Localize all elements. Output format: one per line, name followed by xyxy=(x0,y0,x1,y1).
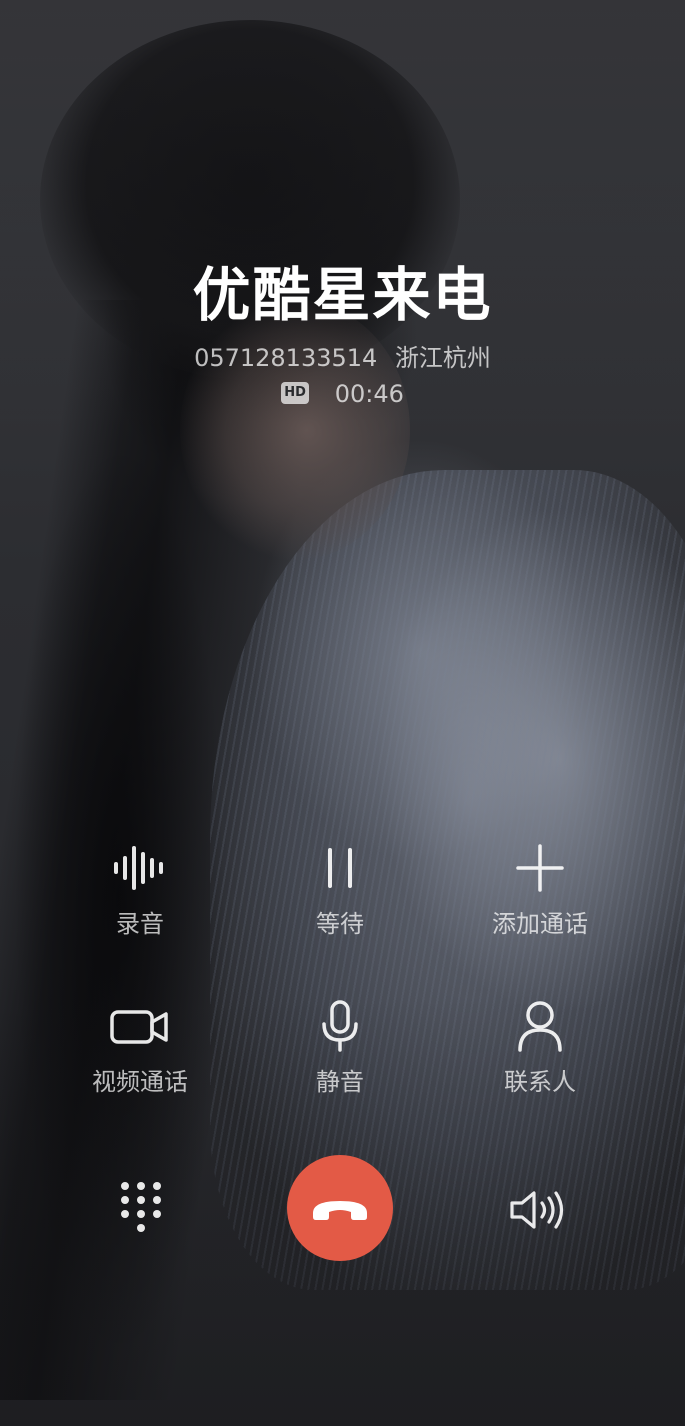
mute-button[interactable]: 静音 xyxy=(240,1000,440,1097)
record-label: 录音 xyxy=(116,910,164,938)
hold-label: 等待 xyxy=(316,910,364,938)
record-button[interactable]: 录音 xyxy=(40,842,240,939)
add-call-button[interactable]: 添加通话 xyxy=(440,842,640,939)
caller-location: 浙江杭州 xyxy=(394,344,491,372)
hd-icon: HD xyxy=(281,382,310,404)
speaker-button[interactable] xyxy=(498,1170,578,1250)
caller-name: 优酷星来电 xyxy=(192,261,493,329)
speaker-icon xyxy=(510,1191,564,1229)
waveform-icon xyxy=(114,846,163,890)
caller-number: 057128133514 xyxy=(194,344,378,372)
contacts-label: 联系人 xyxy=(504,1068,576,1096)
hangup-button[interactable] xyxy=(287,1155,393,1261)
dialpad-button[interactable] xyxy=(101,1170,181,1250)
video-camera-icon xyxy=(110,1010,168,1044)
person-icon xyxy=(518,1001,562,1052)
dialpad-icon xyxy=(121,1182,161,1232)
plus-icon xyxy=(516,844,564,892)
contacts-button[interactable]: 联系人 xyxy=(440,1000,640,1097)
add-call-label: 添加通话 xyxy=(492,910,588,938)
mute-label: 静音 xyxy=(316,1068,364,1096)
pause-icon xyxy=(328,848,352,888)
call-duration: 00:46 xyxy=(334,380,404,408)
hold-button[interactable]: 等待 xyxy=(240,842,440,939)
call-status: HD 00:46 xyxy=(0,380,685,408)
microphone-icon xyxy=(322,1000,358,1052)
phone-hangup-icon xyxy=(313,1201,367,1220)
incoming-call-screen: 优酷星来电 057128133514 浙江杭州 HD 00:46 录音 等待 添… xyxy=(0,0,685,1426)
video-call-button[interactable]: 视频通话 xyxy=(40,1000,240,1097)
video-call-label: 视频通话 xyxy=(92,1068,188,1096)
caller-info: 057128133514 浙江杭州 xyxy=(0,338,685,373)
